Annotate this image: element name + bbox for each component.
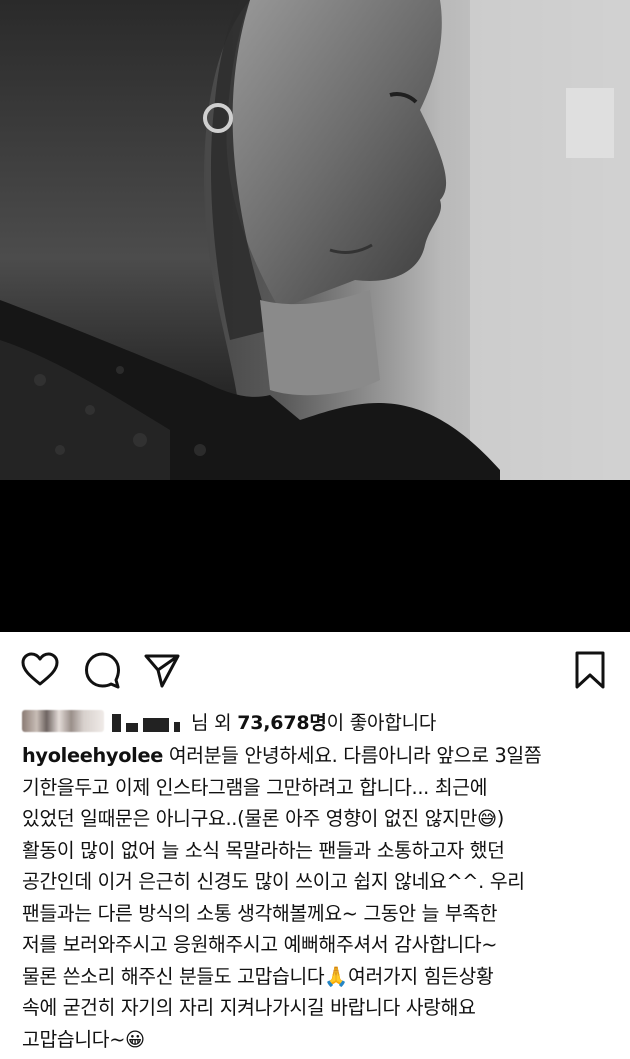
caption-line: 물론 쓴소리 해주신 분들도 고맙습니다🙏여러가지 힘든상황 xyxy=(22,964,494,988)
post-photo-image xyxy=(0,0,630,632)
heart-icon[interactable] xyxy=(20,650,60,690)
post-photo[interactable] xyxy=(0,0,630,632)
username-link[interactable]: hyoleehyolee xyxy=(22,744,163,767)
redacted-liker-name xyxy=(112,710,185,732)
caption-line: 기한을두고 이제 인스타그램을 그만하려고 합니다... 최근에 xyxy=(22,775,488,799)
caption-line: 속에 굳건히 자기의 자리 지켜나가시길 바랍니다 사랑해요 xyxy=(22,996,476,1019)
caption-line: 저를 보러와주시고 응원해주시고 예뻐해주셔서 감사합니다~ xyxy=(22,933,498,956)
caption-line: 활동이 많이 없어 늘 소식 목말라하는 팬들과 소통하고자 했던 xyxy=(22,838,505,862)
caption-line: 있었던 일때문은 아니구요..(물론 아주 영향이 없진 않지만😅) xyxy=(22,807,504,830)
post-action-bar xyxy=(0,632,630,700)
paper-plane-icon[interactable] xyxy=(142,650,182,690)
post-caption: hyoleehyolee 여러분들 안녕하세요. 다름아니라 앞으로 3일쯤 기… xyxy=(22,740,618,1055)
likes-count: 73,678명 xyxy=(237,711,327,734)
likes-text: 님 외 73,678명이 좋아합니다 xyxy=(191,711,437,734)
caption-line: 고맙습니다~😀 xyxy=(22,1027,145,1051)
caption-line: 팬들과는 다른 방식의 소통 생각해볼께요~ 그동안 늘 부족한 xyxy=(22,901,498,925)
liker-avatars xyxy=(22,710,104,732)
caption-line: 공간인데 이거 은근히 신경도 많이 쓰이고 쉽지 않네요^^. 우리 xyxy=(22,870,525,893)
bookmark-icon[interactable] xyxy=(570,650,610,690)
comment-icon[interactable] xyxy=(82,650,122,690)
caption-line: hyoleehyolee 여러분들 안녕하세요. 다름아니라 앞으로 3일쯤 xyxy=(22,744,542,767)
likes-summary[interactable]: 님 외 73,678명이 좋아합니다 xyxy=(22,704,622,738)
